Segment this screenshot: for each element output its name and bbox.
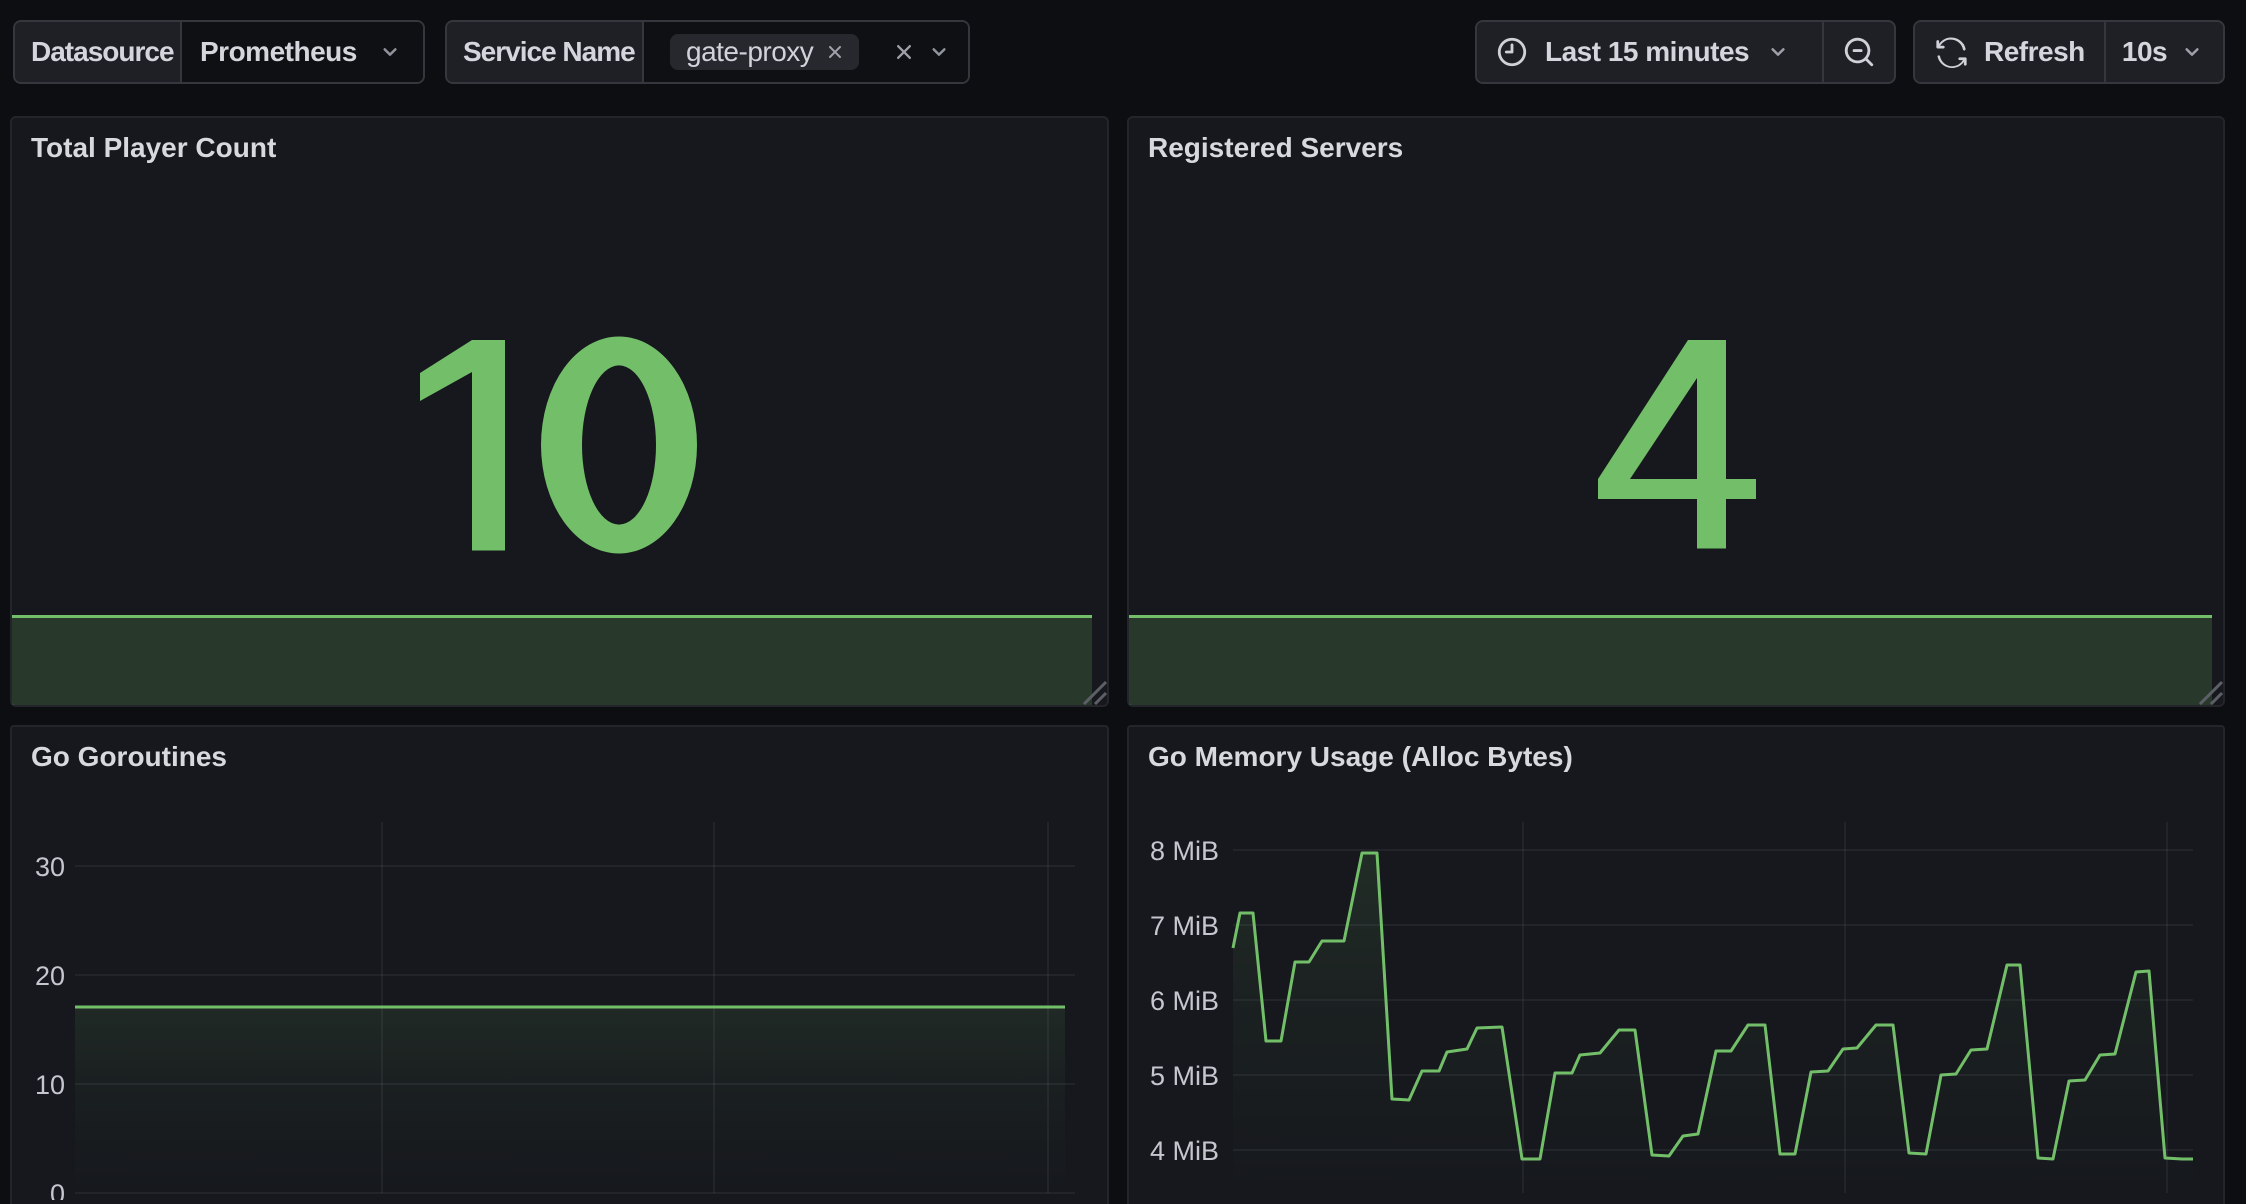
svg-text:10: 10: [35, 1070, 65, 1100]
svg-text:5 MiB: 5 MiB: [1150, 1061, 1219, 1091]
svg-text:20: 20: [35, 961, 65, 991]
svg-text:30: 30: [35, 852, 65, 882]
svg-text:6 MiB: 6 MiB: [1150, 986, 1219, 1016]
svg-text:4 MiB: 4 MiB: [1150, 1136, 1219, 1166]
svg-text:0: 0: [50, 1179, 65, 1200]
svg-text:7 MiB: 7 MiB: [1150, 911, 1219, 941]
svg-text:8 MiB: 8 MiB: [1150, 836, 1219, 866]
